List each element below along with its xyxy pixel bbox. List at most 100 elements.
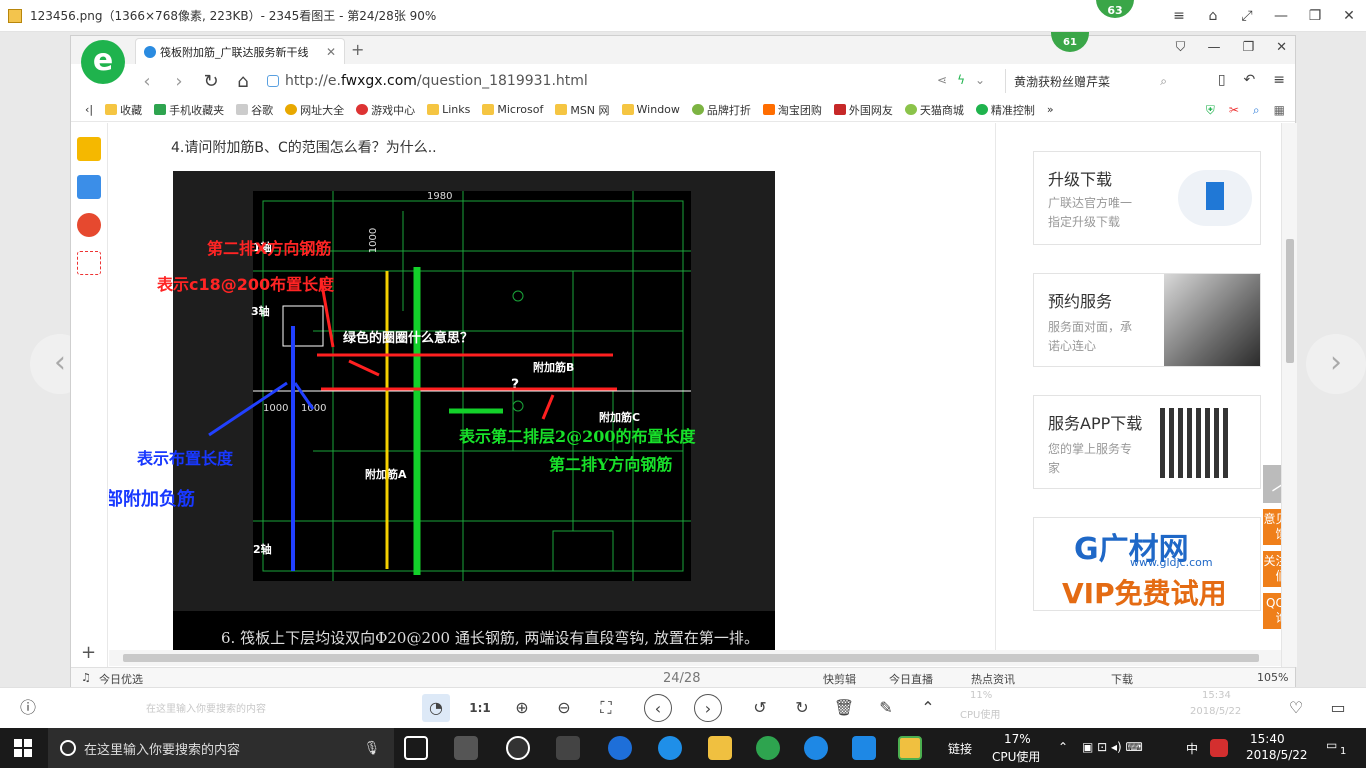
- ie-icon[interactable]: [506, 736, 530, 760]
- close-button[interactable]: ✕: [1332, 0, 1366, 32]
- delete-icon[interactable]: 🗑: [830, 694, 858, 722]
- tray-icons[interactable]: ▣ ⊡ ◂) ⌨: [1082, 740, 1143, 754]
- browser-restore-button[interactable]: ❐: [1242, 40, 1254, 55]
- bookmark-item[interactable]: 精准控制: [975, 102, 1035, 118]
- bookmark-item[interactable]: 谷歌: [236, 102, 273, 118]
- search-box[interactable]: 黄渤获粉丝赠芹菜 ⌕: [1005, 69, 1173, 93]
- phone-icon[interactable]: ▯: [1218, 72, 1226, 88]
- status-link[interactable]: 热点资讯: [971, 671, 1015, 687]
- info-icon[interactable]: ⓘ: [14, 694, 42, 722]
- status-link[interactable]: 今日直播: [889, 671, 933, 687]
- zoom-level[interactable]: 105%: [1257, 671, 1288, 684]
- chevron-down-icon[interactable]: ⌄: [975, 73, 985, 87]
- bookmark-item[interactable]: Window: [621, 103, 680, 116]
- bookmark-item[interactable]: 网址大全: [285, 102, 344, 118]
- crop-icon[interactable]: ⛶: [592, 694, 620, 722]
- taskbar-app-icon[interactable]: [556, 736, 580, 760]
- back-button[interactable]: ‹: [131, 71, 163, 92]
- taskbar-app-icon[interactable]: [454, 736, 478, 760]
- rotate-left-icon[interactable]: ↺: [746, 694, 774, 722]
- action-center-icon[interactable]: ▭: [1326, 738, 1337, 752]
- speaker-icon[interactable]: ♫: [81, 671, 91, 684]
- microphone-icon[interactable]: 🎙: [363, 741, 380, 756]
- find-icon[interactable]: ⌕: [1253, 103, 1260, 118]
- fit-window-icon[interactable]: ◔: [422, 694, 450, 722]
- links-toolbar[interactable]: 链接: [948, 740, 972, 757]
- follow-us-button[interactable]: 关注我们: [1263, 551, 1281, 587]
- windows-start-icon[interactable]: [14, 739, 32, 757]
- mail-icon[interactable]: [77, 251, 101, 275]
- favorites-icon[interactable]: [77, 137, 101, 161]
- browser-close-button[interactable]: ✕: [1276, 40, 1287, 55]
- daily-picks-link[interactable]: 今日优选: [99, 671, 143, 687]
- more-icon[interactable]: ⌃: [914, 694, 942, 722]
- ime-indicator[interactable]: 中: [1186, 740, 1198, 757]
- picture-viewer-taskbar-icon[interactable]: [898, 736, 922, 760]
- minimize-button[interactable]: —: [1264, 0, 1298, 32]
- sogou-icon[interactable]: [804, 736, 828, 760]
- tab-close-icon[interactable]: ✕: [326, 45, 336, 59]
- app-download-card[interactable]: 服务APP下载 您的掌上服务专 家: [1033, 395, 1261, 489]
- zoom-in-icon[interactable]: ⊕: [508, 694, 536, 722]
- next-image-button[interactable]: ›: [694, 694, 722, 722]
- hamburger-menu-icon[interactable]: ≡: [1273, 72, 1285, 88]
- bookmark-item[interactable]: MSN 网: [555, 102, 610, 118]
- taskbar-search[interactable]: 在这里输入你要搜索的内容 🎙: [48, 728, 394, 768]
- task-view-icon[interactable]: [404, 736, 428, 760]
- share-icon[interactable]: ⋖: [937, 73, 947, 87]
- bookmark-item[interactable]: 游戏中心: [356, 102, 415, 118]
- reading-icon[interactable]: [77, 175, 101, 199]
- status-link[interactable]: 下载: [1111, 671, 1133, 687]
- browser-minimize-button[interactable]: —: [1207, 40, 1220, 55]
- bookmark-item[interactable]: 手机收藏夹: [154, 102, 224, 118]
- browser-tab[interactable]: 筏板附加筋_广联达服务新干线 ✕: [135, 38, 345, 64]
- sogou-ime-icon[interactable]: [1210, 739, 1228, 757]
- add-sidebar-icon[interactable]: +: [81, 642, 96, 663]
- remote-icon[interactable]: [852, 736, 876, 760]
- horizontal-scrollbar[interactable]: [109, 650, 1281, 666]
- lightning-icon[interactable]: ϟ: [957, 73, 965, 87]
- actual-size-button[interactable]: 1:1: [466, 694, 494, 722]
- bookmark-item[interactable]: 收藏: [105, 102, 142, 118]
- favorite-heart-icon[interactable]: ♡: [1282, 694, 1310, 722]
- bookmark-item[interactable]: Microsof: [482, 103, 543, 116]
- feedback-button[interactable]: 意见反馈: [1263, 509, 1281, 545]
- home-icon[interactable]: ⌂: [227, 71, 259, 92]
- edge-icon[interactable]: [608, 736, 632, 760]
- qq-consult-button[interactable]: QQ咨询: [1263, 593, 1281, 629]
- forward-button[interactable]: ›: [163, 71, 195, 92]
- browser-badge[interactable]: 61: [1051, 32, 1089, 52]
- bookmark-item[interactable]: 天猫商城: [904, 102, 964, 118]
- back-to-top-button[interactable]: ︿: [1263, 465, 1281, 503]
- next-image-arrow[interactable]: ›: [1306, 334, 1366, 394]
- refresh-icon[interactable]: ↻: [195, 71, 227, 92]
- browser-logo-icon[interactable]: e: [81, 40, 125, 84]
- status-link[interactable]: 快剪辑: [823, 671, 856, 687]
- edit-icon[interactable]: ✎: [872, 694, 900, 722]
- undo-icon[interactable]: ↶: [1244, 72, 1256, 88]
- rotate-right-icon[interactable]: ↻: [788, 694, 816, 722]
- more-bookmarks-icon[interactable]: »: [1047, 103, 1054, 116]
- fullscreen-icon[interactable]: ⤢: [1230, 0, 1264, 32]
- scissors-icon[interactable]: ✂: [1229, 103, 1239, 118]
- bookmark-item[interactable]: 外国网友: [833, 102, 893, 118]
- clock-time[interactable]: 15:40: [1250, 732, 1285, 746]
- ie-blue-icon[interactable]: [658, 736, 682, 760]
- bookmark-item[interactable]: Links: [427, 103, 470, 116]
- vertical-scrollbar[interactable]: [1281, 123, 1297, 667]
- bookmarks-collapse-icon[interactable]: ‹|: [85, 103, 93, 116]
- shirt-icon[interactable]: ⛉: [1176, 40, 1186, 55]
- upgrade-download-card[interactable]: 升级下载 广联达官方唯一 指定升级下载: [1033, 151, 1261, 245]
- shield-icon[interactable]: ⛨: [1206, 103, 1215, 118]
- appointment-service-card[interactable]: 预约服务 服务面对面，承 诺心连心: [1033, 273, 1261, 367]
- cad-drawing[interactable]: 1轴 3轴 2轴 附加筋A 附加筋B 附加筋C 1980 1000 1000 1…: [109, 171, 775, 663]
- new-tab-button[interactable]: +: [351, 40, 364, 59]
- show-hidden-icons[interactable]: ⌃: [1058, 740, 1068, 754]
- open-folder-icon[interactable]: ▭: [1324, 694, 1352, 722]
- weibo-icon[interactable]: [77, 213, 101, 237]
- skin-icon[interactable]: ⌂: [1196, 0, 1230, 32]
- grid-icon[interactable]: ▦: [1274, 103, 1285, 118]
- restore-button[interactable]: ❐: [1298, 0, 1332, 32]
- gldjc-vip-ad[interactable]: G广材网 www.gldjc.com VIP免费试用: [1033, 517, 1261, 611]
- zoom-out-icon[interactable]: ⊖: [550, 694, 578, 722]
